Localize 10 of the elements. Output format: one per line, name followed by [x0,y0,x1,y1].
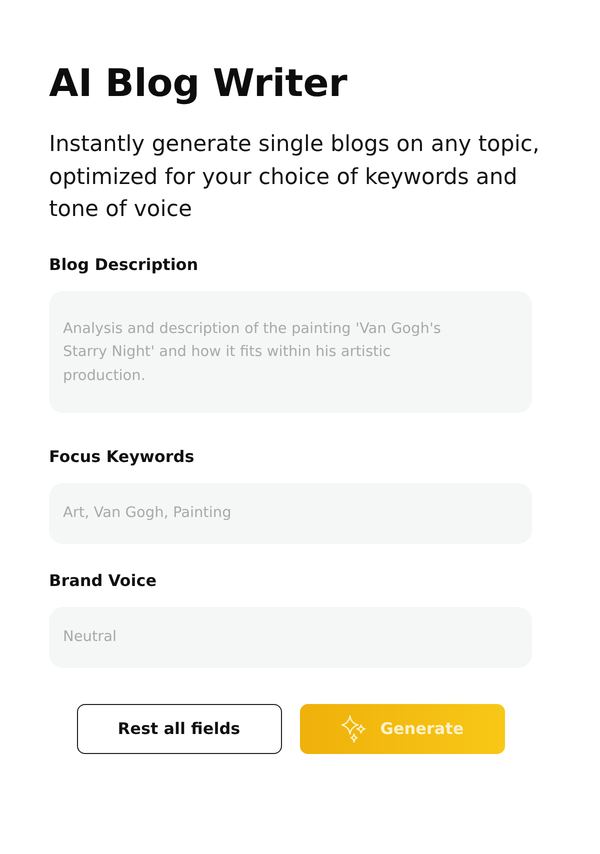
page-description: Instantly generate single blogs on any topic, optimized for your choice of keywords and tone of voice [49,131,541,224]
description-field[interactable]: Analysis and description of the painting 'Van Gogh's Starry Night' and how it fits within his artistic production. [49,290,532,412]
sparkle-icon [340,714,368,742]
page-title: AI Blog Writer [49,60,348,106]
field-label: Brand Voice [49,570,157,592]
field-label: Focus Keywords [49,446,194,468]
input-field[interactable]: Art, Van Gogh, Painting [49,482,532,544]
reset-button[interactable]: Rest all fields [76,704,282,754]
input-field[interactable]: Neutral [49,606,532,668]
field-label: Blog Description [49,254,198,276]
